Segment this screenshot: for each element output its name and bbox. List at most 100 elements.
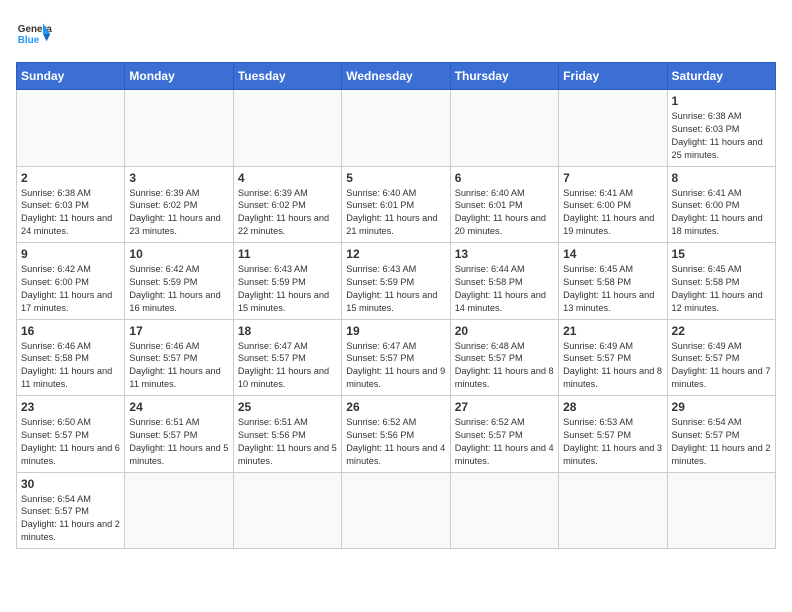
calendar-day-cell: [450, 472, 558, 549]
weekday-header-saturday: Saturday: [667, 63, 775, 90]
day-number: 23: [21, 400, 120, 414]
day-number: 30: [21, 477, 120, 491]
calendar-day-cell: 26Sunrise: 6:52 AM Sunset: 5:56 PM Dayli…: [342, 396, 450, 473]
day-number: 21: [563, 324, 662, 338]
calendar-day-cell: [17, 90, 125, 167]
calendar-day-cell: 16Sunrise: 6:46 AM Sunset: 5:58 PM Dayli…: [17, 319, 125, 396]
calendar-day-cell: 13Sunrise: 6:44 AM Sunset: 5:58 PM Dayli…: [450, 243, 558, 320]
calendar-week-row: 23Sunrise: 6:50 AM Sunset: 5:57 PM Dayli…: [17, 396, 776, 473]
day-number: 6: [455, 171, 554, 185]
calendar-day-cell: [342, 90, 450, 167]
calendar-day-cell: [559, 472, 667, 549]
day-number: 24: [129, 400, 228, 414]
calendar-day-cell: 19Sunrise: 6:47 AM Sunset: 5:57 PM Dayli…: [342, 319, 450, 396]
weekday-header-friday: Friday: [559, 63, 667, 90]
day-number: 11: [238, 247, 337, 261]
day-info: Sunrise: 6:43 AM Sunset: 5:59 PM Dayligh…: [346, 263, 445, 315]
calendar-day-cell: 14Sunrise: 6:45 AM Sunset: 5:58 PM Dayli…: [559, 243, 667, 320]
day-number: 7: [563, 171, 662, 185]
calendar-day-cell: 3Sunrise: 6:39 AM Sunset: 6:02 PM Daylig…: [125, 166, 233, 243]
day-info: Sunrise: 6:49 AM Sunset: 5:57 PM Dayligh…: [563, 340, 662, 392]
calendar-day-cell: 23Sunrise: 6:50 AM Sunset: 5:57 PM Dayli…: [17, 396, 125, 473]
weekday-header-thursday: Thursday: [450, 63, 558, 90]
calendar-day-cell: 24 Sunrise: 6:51 AM Sunset: 5:57 PM Dayli…: [125, 396, 233, 473]
day-info: Sunrise: 6:42 AM Sunset: 5:59 PM Dayligh…: [129, 263, 228, 315]
calendar-day-cell: [342, 472, 450, 549]
calendar-day-cell: 18 Sunrise: 6:47 AM Sunset: 5:57 PM Dayli…: [233, 319, 341, 396]
day-info: Sunrise: 6:39 AM Sunset: 6:02 PM Dayligh…: [238, 187, 337, 239]
day-info: Sunrise: 6:53 AM Sunset: 5:57 PM Dayligh…: [563, 416, 662, 468]
day-info: Sunrise: 6:52 AM Sunset: 5:57 PM Dayligh…: [455, 416, 554, 468]
calendar-day-cell: 10 Sunrise: 6:42 AM Sunset: 5:59 PM Dayli…: [125, 243, 233, 320]
calendar-day-cell: 11 Sunrise: 6:43 AM Sunset: 5:59 PM Dayli…: [233, 243, 341, 320]
day-info: Sunrise: 6:41 AM Sunset: 6:00 PM Dayligh…: [672, 187, 771, 239]
svg-text:Blue: Blue: [18, 35, 40, 46]
calendar-day-cell: 2Sunrise: 6:38 AM Sunset: 6:03 PM Daylig…: [17, 166, 125, 243]
day-info: Sunrise: 6:42 AM Sunset: 6:00 PM Dayligh…: [21, 263, 120, 315]
day-number: 18: [238, 324, 337, 338]
calendar-day-cell: 15Sunrise: 6:45 AM Sunset: 5:58 PM Dayli…: [667, 243, 775, 320]
day-info: Sunrise: 6:51 AM Sunset: 5:56 PM Dayligh…: [238, 416, 337, 468]
weekday-header-sunday: Sunday: [17, 63, 125, 90]
day-info: Sunrise: 6:43 AM Sunset: 5:59 PM Dayligh…: [238, 263, 337, 315]
day-number: 14: [563, 247, 662, 261]
calendar-day-cell: 12Sunrise: 6:43 AM Sunset: 5:59 PM Dayli…: [342, 243, 450, 320]
calendar-day-cell: 5 Sunrise: 6:40 AM Sunset: 6:01 PM Daylig…: [342, 166, 450, 243]
calendar-day-cell: 1 Sunrise: 6:38 AM Sunset: 6:03 PM Daylig…: [667, 90, 775, 167]
calendar-day-cell: 28Sunrise: 6:53 AM Sunset: 5:57 PM Dayli…: [559, 396, 667, 473]
calendar-day-cell: 8 Sunrise: 6:41 AM Sunset: 6:00 PM Daylig…: [667, 166, 775, 243]
day-number: 17: [129, 324, 228, 338]
calendar-day-cell: 9 Sunrise: 6:42 AM Sunset: 6:00 PM Daylig…: [17, 243, 125, 320]
calendar-day-cell: 20Sunrise: 6:48 AM Sunset: 5:57 PM Dayli…: [450, 319, 558, 396]
calendar-day-cell: 6 Sunrise: 6:40 AM Sunset: 6:01 PM Daylig…: [450, 166, 558, 243]
day-info: Sunrise: 6:54 AM Sunset: 5:57 PM Dayligh…: [21, 493, 120, 545]
day-number: 3: [129, 171, 228, 185]
day-info: Sunrise: 6:51 AM Sunset: 5:57 PM Dayligh…: [129, 416, 228, 468]
day-number: 13: [455, 247, 554, 261]
day-info: Sunrise: 6:48 AM Sunset: 5:57 PM Dayligh…: [455, 340, 554, 392]
page-header: General Blue: [16, 16, 776, 52]
calendar-week-row: 2Sunrise: 6:38 AM Sunset: 6:03 PM Daylig…: [17, 166, 776, 243]
calendar-day-cell: [233, 472, 341, 549]
weekday-header-monday: Monday: [125, 63, 233, 90]
day-info: Sunrise: 6:38 AM Sunset: 6:03 PM Dayligh…: [672, 110, 771, 162]
calendar-week-row: 9 Sunrise: 6:42 AM Sunset: 6:00 PM Daylig…: [17, 243, 776, 320]
day-info: Sunrise: 6:54 AM Sunset: 5:57 PM Dayligh…: [672, 416, 771, 468]
day-number: 5: [346, 171, 445, 185]
weekday-header-tuesday: Tuesday: [233, 63, 341, 90]
day-number: 16: [21, 324, 120, 338]
day-number: 15: [672, 247, 771, 261]
day-number: 29: [672, 400, 771, 414]
logo: General Blue: [16, 16, 52, 52]
day-number: 1: [672, 94, 771, 108]
weekday-header-wednesday: Wednesday: [342, 63, 450, 90]
day-number: 10: [129, 247, 228, 261]
day-number: 26: [346, 400, 445, 414]
day-number: 9: [21, 247, 120, 261]
calendar-week-row: 16Sunrise: 6:46 AM Sunset: 5:58 PM Dayli…: [17, 319, 776, 396]
day-info: Sunrise: 6:41 AM Sunset: 6:00 PM Dayligh…: [563, 187, 662, 239]
calendar-day-cell: [559, 90, 667, 167]
calendar-day-cell: 4Sunrise: 6:39 AM Sunset: 6:02 PM Daylig…: [233, 166, 341, 243]
calendar-day-cell: 7 Sunrise: 6:41 AM Sunset: 6:00 PM Daylig…: [559, 166, 667, 243]
day-info: Sunrise: 6:38 AM Sunset: 6:03 PM Dayligh…: [21, 187, 120, 239]
calendar-week-row: 1 Sunrise: 6:38 AM Sunset: 6:03 PM Daylig…: [17, 90, 776, 167]
day-info: Sunrise: 6:47 AM Sunset: 5:57 PM Dayligh…: [238, 340, 337, 392]
day-info: Sunrise: 6:46 AM Sunset: 5:57 PM Dayligh…: [129, 340, 228, 392]
day-number: 25: [238, 400, 337, 414]
calendar-day-cell: [233, 90, 341, 167]
day-number: 8: [672, 171, 771, 185]
day-info: Sunrise: 6:40 AM Sunset: 6:01 PM Dayligh…: [455, 187, 554, 239]
calendar-day-cell: [450, 90, 558, 167]
calendar-day-cell: 30 Sunrise: 6:54 AM Sunset: 5:57 PM Dayli…: [17, 472, 125, 549]
calendar-day-cell: [125, 90, 233, 167]
calendar-day-cell: 21 Sunrise: 6:49 AM Sunset: 5:57 PM Dayli…: [559, 319, 667, 396]
day-info: Sunrise: 6:49 AM Sunset: 5:57 PM Dayligh…: [672, 340, 771, 392]
calendar-day-cell: 29 Sunrise: 6:54 AM Sunset: 5:57 PM Dayli…: [667, 396, 775, 473]
day-info: Sunrise: 6:40 AM Sunset: 6:01 PM Dayligh…: [346, 187, 445, 239]
calendar-day-cell: 17 Sunrise: 6:46 AM Sunset: 5:57 PM Dayli…: [125, 319, 233, 396]
calendar-day-cell: 27Sunrise: 6:52 AM Sunset: 5:57 PM Dayli…: [450, 396, 558, 473]
calendar-day-cell: 25 Sunrise: 6:51 AM Sunset: 5:56 PM Dayli…: [233, 396, 341, 473]
calendar-table: SundayMondayTuesdayWednesdayThursdayFrid…: [16, 62, 776, 549]
day-number: 19: [346, 324, 445, 338]
